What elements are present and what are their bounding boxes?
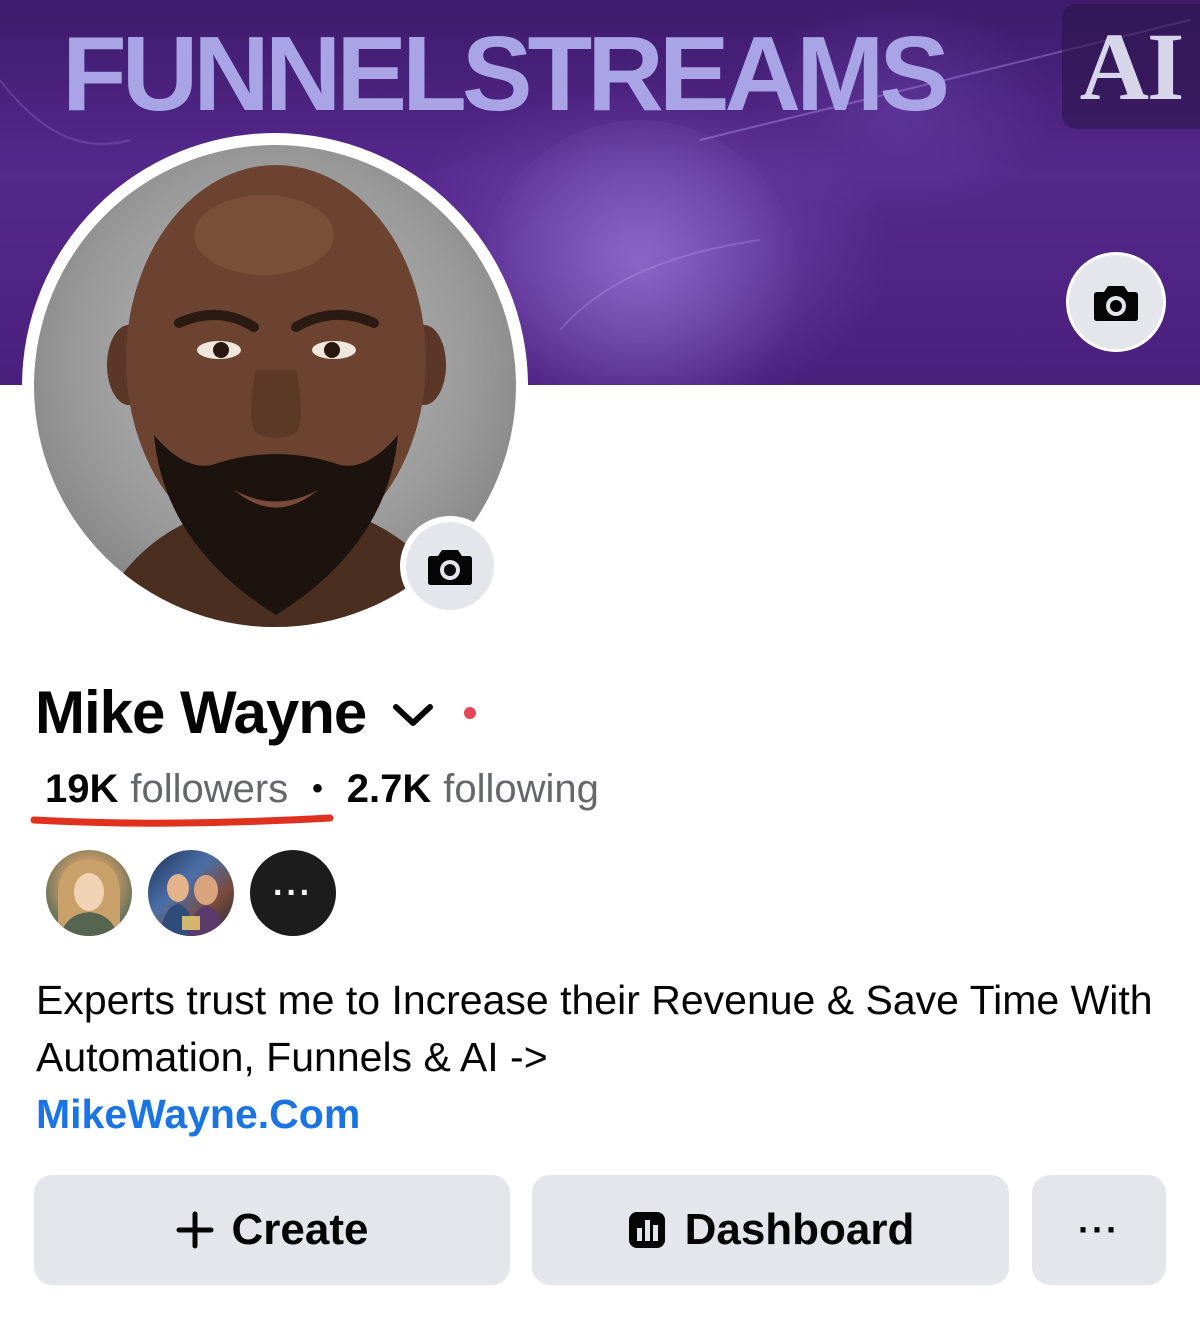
following-count: 2.7K: [346, 766, 432, 811]
dashboard-button-label: Dashboard: [684, 1205, 915, 1254]
dashboard-icon: [627, 1210, 667, 1250]
following-label: following: [443, 766, 599, 811]
friend-avatar[interactable]: [146, 848, 236, 938]
annotation-underline: [30, 814, 334, 827]
cover-title-suffix: AI: [1062, 4, 1200, 129]
cover-title: FUNNELSTREAMS: [62, 14, 950, 133]
more-icon: ···: [1078, 1209, 1120, 1250]
friend-avatar[interactable]: [44, 848, 134, 938]
profile-name-row[interactable]: Mike Wayne: [35, 672, 477, 752]
friends-preview[interactable]: ···: [44, 848, 338, 938]
edit-profile-picture-button[interactable]: [400, 516, 500, 616]
dashboard-button[interactable]: Dashboard: [532, 1175, 1009, 1285]
followers-link[interactable]: 19K followers: [45, 767, 288, 812]
create-button-label: Create: [231, 1205, 369, 1254]
profile-bio: Experts trust me to Increase their Reven…: [36, 977, 1153, 1080]
notification-dot: [464, 707, 477, 719]
bio-website-link[interactable]: MikeWayne.Com: [36, 1086, 360, 1143]
plus-icon: [176, 1211, 214, 1249]
edit-cover-photo-button[interactable]: [1066, 252, 1166, 352]
chevron-down-icon[interactable]: [392, 702, 434, 728]
create-button[interactable]: Create: [34, 1175, 510, 1285]
stats-separator: •: [312, 772, 323, 805]
more-options-button[interactable]: ···: [1032, 1175, 1166, 1285]
followers-count: 19K: [45, 766, 119, 811]
friend-avatar-image: [58, 860, 120, 936]
camera-icon: [1094, 286, 1138, 321]
camera-icon: [428, 550, 472, 585]
more-friends-button[interactable]: ···: [248, 848, 338, 938]
profile-name: Mike Wayne: [35, 678, 367, 746]
friend-avatar-image: [160, 874, 224, 936]
followers-label: followers: [130, 766, 289, 811]
following-link[interactable]: 2.7K following: [347, 767, 599, 812]
